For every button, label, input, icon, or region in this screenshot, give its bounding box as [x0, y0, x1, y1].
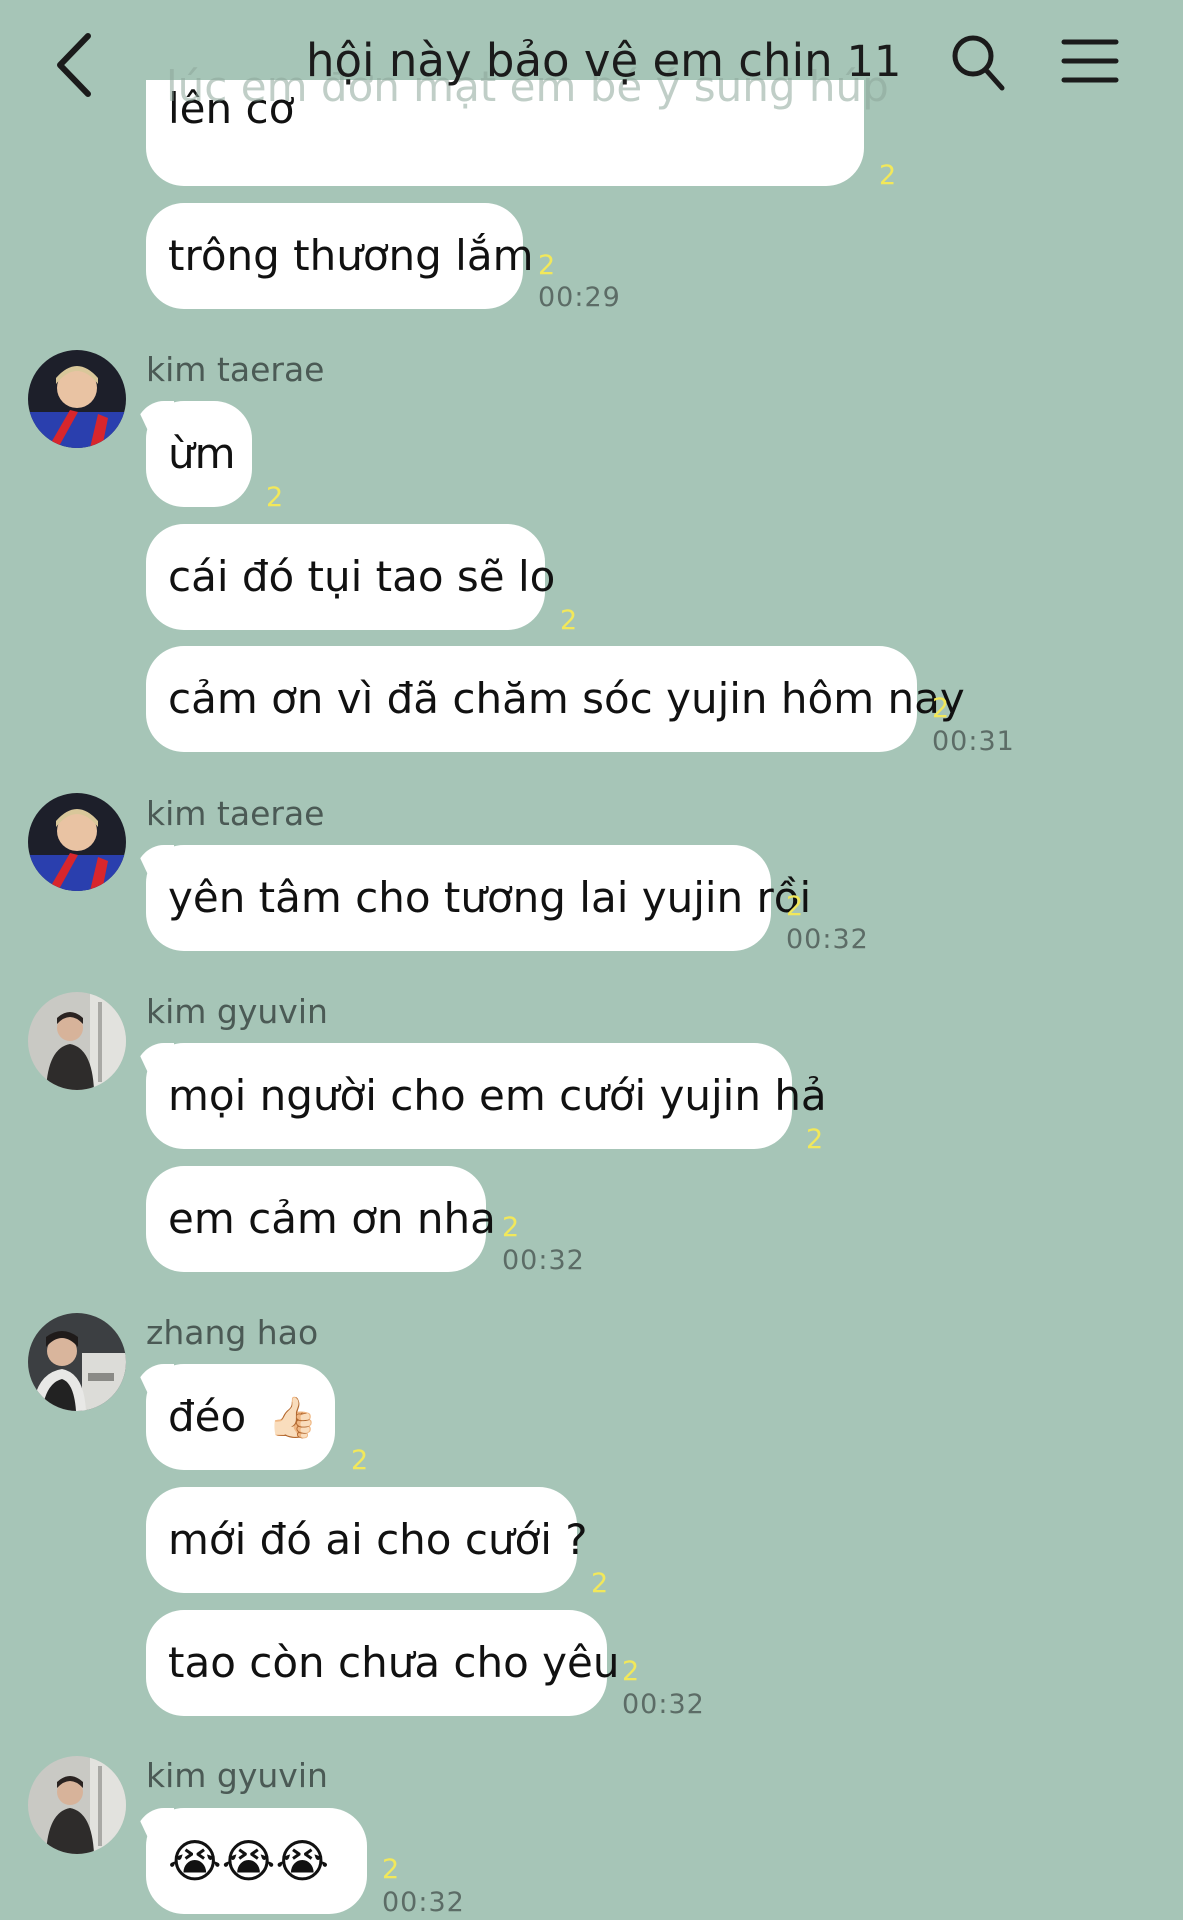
chat-title[interactable]: hội này bảo vệ em chin 11	[306, 34, 901, 87]
read-count: 2	[560, 605, 578, 636]
read-count: 2	[351, 1445, 369, 1476]
message-text: cảm ơn vì đã chăm sóc yujin hôm nay	[168, 674, 965, 723]
read-count: 2	[538, 250, 556, 281]
message-bubble[interactable]: mới đó ai cho cưới ?	[146, 1487, 588, 1593]
read-count: 2	[786, 891, 804, 922]
back-arrow-icon[interactable]	[52, 30, 96, 100]
chat-header: lúc em đơn mạt em bé ý sung húp hội này …	[0, 0, 1183, 128]
message-text: trông thương lắm	[168, 231, 534, 280]
message-bubble[interactable]: đéo 👍🏻	[146, 1364, 335, 1470]
avatar-kim-gyuvin[interactable]	[28, 1756, 126, 1854]
message-bubble[interactable]: cảm ơn vì đã chăm sóc yujin hôm nay	[146, 646, 965, 752]
avatar-kim-taerae[interactable]	[28, 793, 126, 891]
avatar-zhang-hao[interactable]	[28, 1313, 126, 1411]
avatar-photo	[28, 350, 126, 448]
avatar-photo	[28, 992, 126, 1090]
sender-name: zhang hao	[146, 1313, 319, 1352]
message-time: 00:32	[502, 1245, 585, 1276]
message-time: 00:31	[932, 726, 1015, 757]
read-count: 2	[382, 1854, 400, 1885]
read-count: 2	[591, 1568, 609, 1599]
message-text: cái đó tụi tao sẽ lo	[168, 552, 556, 601]
group-name: hội này bảo vệ em chin	[306, 34, 833, 87]
read-count: 2	[266, 482, 284, 513]
message-text: ừm	[168, 429, 236, 478]
search-icon[interactable]	[948, 30, 1008, 94]
chat-feed[interactable]: lên cơ 2 trông thương lắm 2 00:29 kim ta…	[0, 0, 1183, 1920]
message-bubble[interactable]: trông thương lắm	[146, 203, 534, 309]
thumbs-up-emoji: 👍🏻	[267, 1395, 318, 1441]
message-bubble[interactable]: cái đó tụi tao sẽ lo	[146, 524, 555, 630]
sender-name: kim gyuvin	[146, 1756, 328, 1795]
message-text: tao còn chưa cho yêu	[168, 1638, 620, 1687]
message-text: em cảm ơn nha	[168, 1194, 496, 1243]
read-count: 2	[932, 693, 950, 724]
read-count: 2	[502, 1212, 520, 1243]
avatar-photo	[28, 1313, 126, 1411]
crying-emoji: 😭😭😭	[168, 1834, 330, 1888]
read-count: 2	[879, 160, 897, 191]
message-bubble[interactable]: em cảm ơn nha	[146, 1166, 496, 1272]
message-text: mọi người cho em cưới yujin hả	[168, 1071, 827, 1120]
message-bubble[interactable]: mọi người cho em cưới yujin hả	[146, 1043, 827, 1149]
message-time: 00:32	[622, 1689, 705, 1720]
message-time: 00:32	[786, 924, 869, 955]
avatar-photo	[28, 1756, 126, 1854]
avatar-photo	[28, 793, 126, 891]
sender-name: kim gyuvin	[146, 992, 328, 1031]
sender-name: kim taerae	[146, 794, 325, 833]
message-time: 00:29	[538, 282, 621, 313]
avatar-kim-gyuvin[interactable]	[28, 992, 126, 1090]
read-count: 2	[622, 1656, 640, 1687]
message-text: đéo	[168, 1392, 247, 1441]
menu-icon[interactable]	[1060, 36, 1120, 86]
sender-name: kim taerae	[146, 350, 325, 389]
message-bubble[interactable]: tao còn chưa cho yêu	[146, 1610, 620, 1716]
message-text: mới đó ai cho cưới ?	[168, 1515, 588, 1564]
avatar-kim-taerae[interactable]	[28, 350, 126, 448]
message-bubble[interactable]: ừm	[146, 401, 252, 507]
message-text: yên tâm cho tương lai yujin rồi	[168, 873, 812, 922]
member-count: 11	[846, 37, 902, 87]
read-count: 2	[806, 1124, 824, 1155]
message-bubble[interactable]: yên tâm cho tương lai yujin rồi	[146, 845, 811, 951]
message-bubble[interactable]: 😭😭😭	[146, 1808, 367, 1914]
message-time: 00:32	[382, 1887, 465, 1918]
